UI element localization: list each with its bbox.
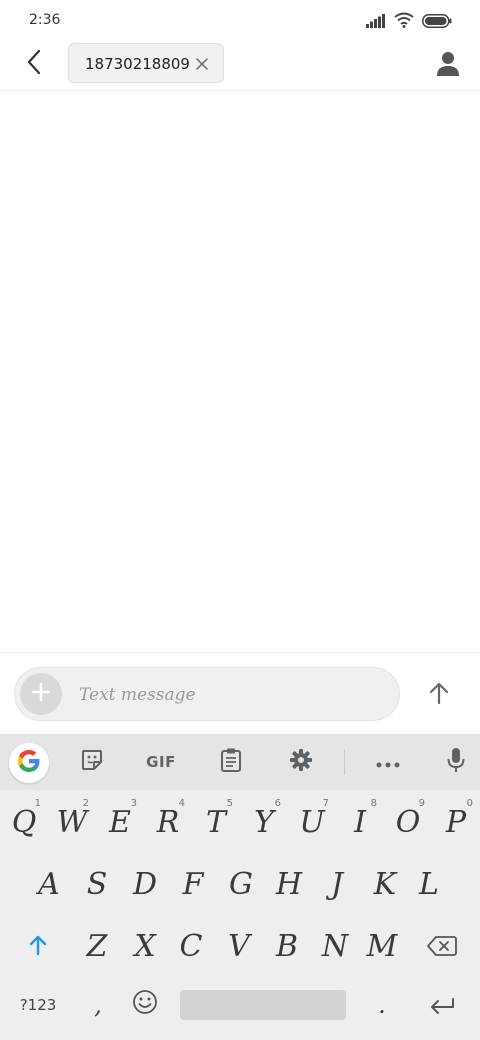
key-f[interactable]: F (169, 854, 217, 914)
send-button[interactable] (420, 676, 458, 714)
key-g[interactable]: G (217, 854, 265, 914)
sticker-button[interactable] (74, 744, 110, 780)
back-button[interactable] (18, 48, 50, 80)
settings-button[interactable] (283, 744, 319, 780)
more-icon (376, 753, 400, 772)
plus-icon (31, 682, 51, 706)
key-o[interactable]: 9O (384, 792, 432, 852)
emoji-icon (132, 988, 158, 1023)
recipient-number: 18730218809 (85, 55, 190, 73)
add-attachment-button[interactable] (20, 673, 62, 715)
backspace-key[interactable] (412, 916, 472, 976)
key-c[interactable]: C (167, 916, 215, 976)
chevron-left-icon (26, 49, 42, 79)
key-s[interactable]: S (73, 854, 121, 914)
key-y[interactable]: 6Y (240, 792, 288, 852)
message-thread (0, 91, 480, 651)
gif-button[interactable]: GIF (140, 744, 182, 780)
key-r[interactable]: 4R (144, 792, 192, 852)
period-key[interactable]: . (360, 978, 404, 1032)
contact-button[interactable] (432, 48, 464, 80)
message-input[interactable] (77, 676, 381, 714)
key-q[interactable]: 1Q (0, 792, 48, 852)
person-icon (432, 52, 464, 84)
toolbar-divider (344, 749, 345, 775)
key-w[interactable]: 2W (48, 792, 96, 852)
enter-key[interactable] (414, 978, 470, 1032)
gif-label: GIF (146, 753, 176, 771)
key-d[interactable]: D (121, 854, 169, 914)
battery-icon (422, 13, 452, 32)
key-b[interactable]: B (263, 916, 311, 976)
more-button[interactable] (370, 744, 406, 780)
status-time: 2:36 (29, 12, 61, 28)
status-icons (366, 12, 452, 32)
key-j[interactable]: J (313, 854, 361, 914)
symbols-key[interactable]: ?123 (8, 978, 68, 1032)
enter-icon (429, 988, 455, 1023)
key-i[interactable]: 8I (336, 792, 384, 852)
recipient-chip[interactable]: 18730218809 (68, 43, 224, 83)
conversation-header: 18730218809 (0, 42, 480, 91)
space-bar[interactable] (180, 990, 346, 1020)
key-k[interactable]: K (361, 854, 409, 914)
clipboard-icon (220, 747, 242, 777)
key-n[interactable]: N (311, 916, 359, 976)
keyboard-toolbar: GIF (0, 734, 480, 790)
sticker-icon (80, 748, 104, 776)
key-a[interactable]: A (25, 854, 73, 914)
key-v[interactable]: V (215, 916, 263, 976)
microphone-icon (447, 747, 465, 777)
close-icon[interactable] (195, 56, 209, 70)
arrow-up-icon (428, 681, 450, 709)
clipboard-button[interactable] (213, 744, 249, 780)
comma-key[interactable]: , (76, 978, 120, 1032)
key-p[interactable]: 0P (432, 792, 480, 852)
key-e[interactable]: 3E (96, 792, 144, 852)
backspace-icon (427, 929, 457, 964)
status-bar: 2:36 (0, 0, 480, 42)
key-u[interactable]: 7U (288, 792, 336, 852)
signal-icon (366, 13, 386, 32)
key-m[interactable]: M (358, 916, 406, 976)
google-icon (16, 748, 42, 778)
voice-input-button[interactable] (438, 744, 474, 780)
composer-field (14, 667, 400, 721)
google-search-button[interactable] (9, 743, 49, 783)
key-l[interactable]: L (405, 854, 453, 914)
shift-arrow-icon (29, 929, 47, 964)
gear-icon (289, 748, 313, 776)
composer-divider (0, 652, 480, 653)
key-t[interactable]: 5T (192, 792, 240, 852)
key-h[interactable]: H (265, 854, 313, 914)
shift-key[interactable] (8, 916, 68, 976)
key-z[interactable]: Z (73, 916, 121, 976)
emoji-key[interactable] (122, 978, 168, 1032)
keyboard: GIF 1 Q 2 W 3 E 4 R 5 T 6 Y 7 U 8 I 9 O … (0, 734, 480, 1040)
key-x[interactable]: X (121, 916, 169, 976)
wifi-icon (394, 12, 414, 32)
